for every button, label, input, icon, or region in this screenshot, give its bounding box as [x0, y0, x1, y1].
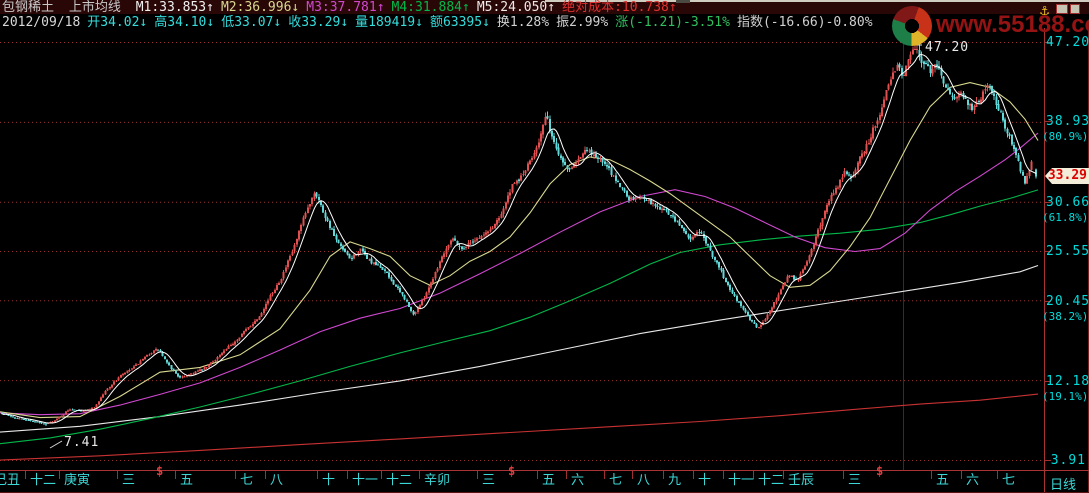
y-axis-label: 3.91 — [1050, 453, 1086, 468]
quote-value: 高34.10↓ — [154, 15, 215, 30]
quote-value: 2012/09/18 — [2, 15, 81, 30]
x-axis-label: 六 — [966, 473, 980, 488]
x-axis-label: 八 — [270, 473, 284, 488]
x-axis-label: 五 — [936, 473, 950, 488]
x-axis-label: 六 — [571, 473, 585, 488]
quote-value: 收33.29↓ — [288, 15, 349, 30]
ma-line — [0, 82, 1039, 419]
x-axis-label: 七 — [240, 473, 254, 488]
ma-line — [0, 132, 1039, 416]
chart-label: 上市均线 — [68, 0, 121, 15]
period-label[interactable]: 日线 — [1050, 474, 1076, 493]
ma-value: M4:31.884↑ — [391, 0, 470, 15]
x-axis-label: 七 — [1002, 473, 1016, 488]
x-axis-label: 辛卯 — [424, 473, 451, 488]
candlestick-chart[interactable] — [0, 0, 1089, 493]
ma-values-list: M1:33.853↑ M2:36.996↓ M3:37.781↑ M4:31.884↑… — [136, 0, 684, 15]
x-axis-label: 壬辰 — [788, 473, 815, 488]
x-axis-label: 九 — [668, 473, 682, 488]
x-axis-label: 五 — [180, 473, 194, 488]
candles — [1, 42, 1038, 427]
y-axis-label: 12.18 — [1046, 374, 1089, 389]
x-axis-label: 七 — [609, 473, 623, 488]
quote-value: 涨(-1.21)-3.51% — [615, 15, 730, 30]
x-axis-label: 庚寅 — [64, 473, 91, 488]
x-axis-label: 八 — [637, 473, 651, 488]
annotation-leader-line — [49, 440, 63, 449]
x-axis-label: 十一 — [352, 473, 379, 488]
ma-line — [0, 393, 1039, 461]
y-axis-label: (61.8%) — [1042, 211, 1089, 224]
y-axis-label: 38.93 — [1046, 114, 1089, 129]
y-axis-label: (38.2%) — [1042, 310, 1089, 323]
peak-price-annotation: 47.20 — [925, 40, 970, 55]
ma-line — [0, 189, 1039, 445]
window-icon — [1070, 4, 1080, 14]
ma-value: M2:36.996↓ — [220, 0, 300, 15]
stock-name: 包钢稀土 — [2, 0, 55, 15]
y-axis-label: 25.55 — [1046, 244, 1089, 259]
last-price-tag: 33.29 — [1045, 168, 1089, 184]
x-axis-label: 五 — [542, 473, 556, 488]
x-axis-label: 三 — [122, 473, 136, 488]
x-axis-label: 三 — [848, 473, 862, 488]
x-axis-label: 己丑 — [0, 473, 21, 488]
quote-value: 低33.07↓ — [221, 15, 282, 30]
quote-value: 额63395↓ — [429, 15, 490, 30]
quote-value: 振2.99% — [556, 15, 609, 30]
dividend-marker: $ — [156, 464, 164, 478]
window-icon — [1056, 4, 1068, 14]
ma-value: M3:37.781↑ — [306, 0, 385, 15]
x-axis-label: 十一 — [728, 473, 755, 488]
quote-value: 指数(-16.66)-0.80% — [736, 15, 873, 30]
y-axis-label: 47.20 — [1046, 35, 1089, 50]
x-axis-label: 十 — [322, 473, 336, 488]
quote-value: 换1.28% — [496, 15, 550, 30]
ma-value: 绝对成本:10.738↑ — [562, 0, 677, 15]
x-axis-label: 十 — [698, 473, 712, 488]
y-axis-label: (80.9%) — [1042, 130, 1089, 143]
x-axis-label: 十二 — [758, 473, 785, 488]
anchor-icon: ⚓ — [1040, 1, 1050, 19]
trough-price-annotation: 7.41 — [64, 435, 100, 450]
quote-value: 开34.02↓ — [87, 15, 148, 30]
trading-app-window: 包钢稀土 上市均线 M1:33.853↑ M2:36.996↓ M3:37.781↑… — [0, 0, 1089, 493]
quote-values-list: 2012/09/18 开34.02↓ 高34.10↓ 低33.07↓ 收33.29↓ 量1… — [2, 15, 880, 30]
ma-value: M1:33.853↑ — [135, 0, 214, 15]
y-axis-label: 30.66 — [1046, 195, 1089, 210]
y-axis-label: (19.1%) — [1042, 390, 1089, 403]
x-axis-label: 十二 — [30, 473, 57, 488]
indicator-header-row: 包钢稀土 上市均线 M1:33.853↑ M2:36.996↓ M3:37.781↑… — [2, 1, 684, 14]
x-axis-label: 十二 — [386, 473, 413, 488]
y-axis-label: 20.45 — [1046, 294, 1089, 309]
dividend-marker: $ — [508, 464, 516, 478]
quote-info-row: 2012/09/18 开34.02↓ 高34.10↓ 低33.07↓ 收33.29↓ 量1… — [2, 16, 880, 29]
x-axis-label: 三 — [482, 473, 496, 488]
dividend-marker: $ — [876, 464, 884, 478]
quote-value: 量189419↓ — [355, 15, 423, 30]
ma-value: M5:24.050↑ — [476, 0, 556, 15]
